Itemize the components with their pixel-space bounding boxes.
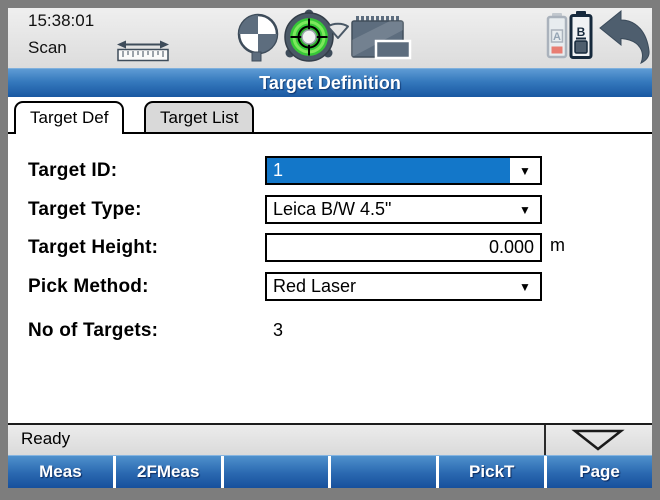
softkey-bar: Meas 2FMeas PickT Page bbox=[8, 455, 652, 488]
app-mode-label: Scan bbox=[28, 38, 67, 58]
svg-text:A: A bbox=[553, 31, 561, 43]
prism-target-icon bbox=[236, 12, 280, 69]
device-frame: 15:38:01 Scan bbox=[0, 0, 660, 500]
target-type-value: Leica B/W 4.5" bbox=[267, 197, 510, 222]
status-message: Ready bbox=[21, 425, 70, 452]
battery-a-icon: A bbox=[546, 13, 568, 64]
pick-method-value: Red Laser bbox=[267, 274, 510, 299]
battery-b-icon: B bbox=[569, 11, 593, 64]
pickt-button[interactable]: PickT bbox=[439, 456, 547, 488]
svg-text:B: B bbox=[577, 25, 586, 39]
back-escape-arrow-icon[interactable] bbox=[596, 9, 652, 70]
memory-card-icon bbox=[350, 16, 412, 67]
softkey-empty-4[interactable] bbox=[331, 456, 439, 488]
meas-button[interactable]: Meas bbox=[8, 456, 116, 488]
softkey-empty-3[interactable] bbox=[224, 456, 332, 488]
pick-method-dropdown[interactable]: Red Laser ▼ bbox=[265, 272, 542, 301]
chevron-down-icon[interactable]: ▼ bbox=[510, 158, 540, 183]
clock: 15:38:01 bbox=[28, 11, 94, 31]
more-pages-triangle-icon[interactable] bbox=[570, 427, 626, 458]
distance-ruler-icon bbox=[115, 40, 171, 69]
target-height-input[interactable]: 0.000 bbox=[265, 233, 542, 262]
page-title: Target Definition bbox=[8, 68, 652, 97]
2fmeas-button[interactable]: 2FMeas bbox=[116, 456, 224, 488]
wedge-indicator-icon bbox=[325, 18, 351, 45]
status-bar: Ready bbox=[8, 423, 652, 455]
page-button[interactable]: Page bbox=[547, 456, 652, 488]
no-of-targets-row: No of Targets: 3 bbox=[28, 316, 648, 345]
pick-method-row: Pick Method: Red Laser ▼ bbox=[28, 272, 648, 301]
target-height-unit: m bbox=[550, 235, 565, 256]
no-of-targets-value: 3 bbox=[273, 320, 283, 341]
target-id-label: Target ID: bbox=[28, 160, 117, 182]
pick-method-label: Pick Method: bbox=[28, 276, 149, 298]
target-type-label: Target Type: bbox=[28, 199, 142, 221]
target-type-row: Target Type: Leica B/W 4.5" ▼ bbox=[28, 195, 648, 224]
tab-target-list[interactable]: Target List bbox=[144, 101, 254, 132]
target-type-dropdown[interactable]: Leica B/W 4.5" ▼ bbox=[265, 195, 542, 224]
target-id-dropdown[interactable]: 1 ▼ bbox=[265, 156, 542, 185]
tab-target-def[interactable]: Target Def bbox=[14, 101, 124, 134]
target-id-row: Target ID: 1 ▼ bbox=[28, 156, 648, 185]
no-of-targets-label: No of Targets: bbox=[28, 320, 158, 342]
top-status-bar: 15:38:01 Scan bbox=[8, 8, 652, 68]
chevron-down-icon[interactable]: ▼ bbox=[510, 197, 540, 222]
target-height-row: Target Height: 0.000 m bbox=[28, 233, 648, 262]
target-id-value: 1 bbox=[267, 158, 510, 183]
target-height-value: 0.000 bbox=[267, 235, 540, 260]
chevron-down-icon[interactable]: ▼ bbox=[510, 274, 540, 299]
content-area: Target Def Target List Target ID: 1 ▼ Ta… bbox=[8, 97, 652, 423]
status-bar-divider bbox=[544, 425, 546, 455]
screen: 15:38:01 Scan bbox=[8, 8, 652, 488]
target-height-label: Target Height: bbox=[28, 237, 158, 259]
